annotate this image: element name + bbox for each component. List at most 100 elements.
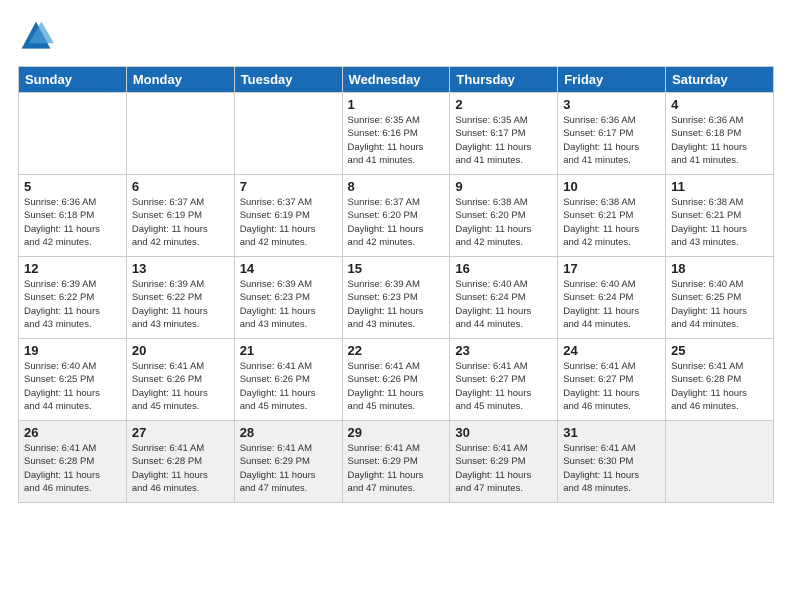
- calendar-cell: 19 Sunrise: 6:40 AM Sunset: 6:25 PM Dayli…: [19, 339, 127, 421]
- calendar-cell: 21 Sunrise: 6:41 AM Sunset: 6:26 PM Dayli…: [234, 339, 342, 421]
- day-info: Sunrise: 6:39 AM Sunset: 6:23 PM Dayligh…: [240, 278, 337, 331]
- calendar-cell: 13 Sunrise: 6:39 AM Sunset: 6:22 PM Dayli…: [126, 257, 234, 339]
- calendar-cell: 29 Sunrise: 6:41 AM Sunset: 6:29 PM Dayli…: [342, 421, 450, 503]
- day-info: Sunrise: 6:41 AM Sunset: 6:28 PM Dayligh…: [24, 442, 121, 495]
- day-number: 4: [671, 97, 768, 112]
- day-info: Sunrise: 6:40 AM Sunset: 6:25 PM Dayligh…: [671, 278, 768, 331]
- day-info: Sunrise: 6:39 AM Sunset: 6:22 PM Dayligh…: [24, 278, 121, 331]
- day-info: Sunrise: 6:41 AM Sunset: 6:30 PM Dayligh…: [563, 442, 660, 495]
- day-info: Sunrise: 6:41 AM Sunset: 6:26 PM Dayligh…: [348, 360, 445, 413]
- weekday-header-row: SundayMondayTuesdayWednesdayThursdayFrid…: [19, 67, 774, 93]
- calendar-cell: 31 Sunrise: 6:41 AM Sunset: 6:30 PM Dayli…: [558, 421, 666, 503]
- calendar-cell: 5 Sunrise: 6:36 AM Sunset: 6:18 PM Daylig…: [19, 175, 127, 257]
- logo: [18, 18, 58, 54]
- calendar-cell: 2 Sunrise: 6:35 AM Sunset: 6:17 PM Daylig…: [450, 93, 558, 175]
- day-number: 2: [455, 97, 552, 112]
- calendar-cell: 20 Sunrise: 6:41 AM Sunset: 6:26 PM Dayli…: [126, 339, 234, 421]
- day-info: Sunrise: 6:41 AM Sunset: 6:27 PM Dayligh…: [455, 360, 552, 413]
- calendar-cell: 11Sunrise: 6:38 AM Sunset: 6:21 PM Dayli…: [666, 175, 774, 257]
- day-number: 22: [348, 343, 445, 358]
- day-number: 21: [240, 343, 337, 358]
- day-info: Sunrise: 6:41 AM Sunset: 6:27 PM Dayligh…: [563, 360, 660, 413]
- day-info: Sunrise: 6:36 AM Sunset: 6:17 PM Dayligh…: [563, 114, 660, 167]
- calendar-cell: 4 Sunrise: 6:36 AM Sunset: 6:18 PM Daylig…: [666, 93, 774, 175]
- calendar-cell: 30Sunrise: 6:41 AM Sunset: 6:29 PM Dayli…: [450, 421, 558, 503]
- calendar-cell: 26 Sunrise: 6:41 AM Sunset: 6:28 PM Dayli…: [19, 421, 127, 503]
- calendar-cell: 14Sunrise: 6:39 AM Sunset: 6:23 PM Dayli…: [234, 257, 342, 339]
- calendar-table: SundayMondayTuesdayWednesdayThursdayFrid…: [18, 66, 774, 503]
- calendar-cell: 24 Sunrise: 6:41 AM Sunset: 6:27 PM Dayli…: [558, 339, 666, 421]
- day-info: Sunrise: 6:38 AM Sunset: 6:20 PM Dayligh…: [455, 196, 552, 249]
- day-number: 13: [132, 261, 229, 276]
- calendar-cell: [666, 421, 774, 503]
- day-number: 28: [240, 425, 337, 440]
- weekday-header-wednesday: Wednesday: [342, 67, 450, 93]
- calendar-cell: 25 Sunrise: 6:41 AM Sunset: 6:28 PM Dayli…: [666, 339, 774, 421]
- calendar-cell: 23 Sunrise: 6:41 AM Sunset: 6:27 PM Dayli…: [450, 339, 558, 421]
- calendar-cell: 18 Sunrise: 6:40 AM Sunset: 6:25 PM Dayli…: [666, 257, 774, 339]
- calendar-cell: 16 Sunrise: 6:40 AM Sunset: 6:24 PM Dayli…: [450, 257, 558, 339]
- day-number: 12: [24, 261, 121, 276]
- day-info: Sunrise: 6:39 AM Sunset: 6:22 PM Dayligh…: [132, 278, 229, 331]
- calendar-week-row: 26 Sunrise: 6:41 AM Sunset: 6:28 PM Dayli…: [19, 421, 774, 503]
- day-info: Sunrise: 6:40 AM Sunset: 6:24 PM Dayligh…: [563, 278, 660, 331]
- day-number: 25: [671, 343, 768, 358]
- calendar-cell: [126, 93, 234, 175]
- day-number: 18: [671, 261, 768, 276]
- calendar-cell: 12 Sunrise: 6:39 AM Sunset: 6:22 PM Dayli…: [19, 257, 127, 339]
- day-info: Sunrise: 6:41 AM Sunset: 6:29 PM Dayligh…: [348, 442, 445, 495]
- calendar-cell: 8Sunrise: 6:37 AM Sunset: 6:20 PM Daylig…: [342, 175, 450, 257]
- day-info: Sunrise: 6:35 AM Sunset: 6:17 PM Dayligh…: [455, 114, 552, 167]
- day-number: 30: [455, 425, 552, 440]
- day-info: Sunrise: 6:38 AM Sunset: 6:21 PM Dayligh…: [671, 196, 768, 249]
- day-number: 9: [455, 179, 552, 194]
- calendar-week-row: 1 Sunrise: 6:35 AM Sunset: 6:16 PM Daylig…: [19, 93, 774, 175]
- day-number: 1: [348, 97, 445, 112]
- weekday-header-friday: Friday: [558, 67, 666, 93]
- day-number: 24: [563, 343, 660, 358]
- weekday-header-sunday: Sunday: [19, 67, 127, 93]
- day-info: Sunrise: 6:40 AM Sunset: 6:25 PM Dayligh…: [24, 360, 121, 413]
- calendar-week-row: 19 Sunrise: 6:40 AM Sunset: 6:25 PM Dayli…: [19, 339, 774, 421]
- day-number: 7: [240, 179, 337, 194]
- day-number: 31: [563, 425, 660, 440]
- weekday-header-thursday: Thursday: [450, 67, 558, 93]
- calendar-week-row: 5 Sunrise: 6:36 AM Sunset: 6:18 PM Daylig…: [19, 175, 774, 257]
- logo-icon: [18, 18, 54, 54]
- day-info: Sunrise: 6:39 AM Sunset: 6:23 PM Dayligh…: [348, 278, 445, 331]
- day-number: 19: [24, 343, 121, 358]
- calendar-cell: 3 Sunrise: 6:36 AM Sunset: 6:17 PM Daylig…: [558, 93, 666, 175]
- header: [18, 18, 774, 54]
- calendar-cell: [19, 93, 127, 175]
- weekday-header-saturday: Saturday: [666, 67, 774, 93]
- calendar-cell: 1 Sunrise: 6:35 AM Sunset: 6:16 PM Daylig…: [342, 93, 450, 175]
- calendar-cell: 17 Sunrise: 6:40 AM Sunset: 6:24 PM Dayli…: [558, 257, 666, 339]
- day-info: Sunrise: 6:41 AM Sunset: 6:26 PM Dayligh…: [132, 360, 229, 413]
- page: SundayMondayTuesdayWednesdayThursdayFrid…: [0, 0, 792, 612]
- day-number: 20: [132, 343, 229, 358]
- day-info: Sunrise: 6:36 AM Sunset: 6:18 PM Dayligh…: [671, 114, 768, 167]
- day-info: Sunrise: 6:37 AM Sunset: 6:20 PM Dayligh…: [348, 196, 445, 249]
- calendar-cell: 15 Sunrise: 6:39 AM Sunset: 6:23 PM Dayli…: [342, 257, 450, 339]
- day-info: Sunrise: 6:41 AM Sunset: 6:26 PM Dayligh…: [240, 360, 337, 413]
- day-number: 3: [563, 97, 660, 112]
- day-number: 16: [455, 261, 552, 276]
- calendar-cell: 22 Sunrise: 6:41 AM Sunset: 6:26 PM Dayli…: [342, 339, 450, 421]
- day-info: Sunrise: 6:38 AM Sunset: 6:21 PM Dayligh…: [563, 196, 660, 249]
- calendar-week-row: 12 Sunrise: 6:39 AM Sunset: 6:22 PM Dayli…: [19, 257, 774, 339]
- day-info: Sunrise: 6:41 AM Sunset: 6:28 PM Dayligh…: [132, 442, 229, 495]
- day-number: 15: [348, 261, 445, 276]
- calendar-cell: 6Sunrise: 6:37 AM Sunset: 6:19 PM Daylig…: [126, 175, 234, 257]
- day-info: Sunrise: 6:41 AM Sunset: 6:28 PM Dayligh…: [671, 360, 768, 413]
- calendar-cell: 10Sunrise: 6:38 AM Sunset: 6:21 PM Dayli…: [558, 175, 666, 257]
- day-info: Sunrise: 6:35 AM Sunset: 6:16 PM Dayligh…: [348, 114, 445, 167]
- day-info: Sunrise: 6:37 AM Sunset: 6:19 PM Dayligh…: [240, 196, 337, 249]
- day-number: 26: [24, 425, 121, 440]
- day-number: 5: [24, 179, 121, 194]
- day-info: Sunrise: 6:36 AM Sunset: 6:18 PM Dayligh…: [24, 196, 121, 249]
- day-info: Sunrise: 6:40 AM Sunset: 6:24 PM Dayligh…: [455, 278, 552, 331]
- day-number: 17: [563, 261, 660, 276]
- calendar-cell: 9 Sunrise: 6:38 AM Sunset: 6:20 PM Daylig…: [450, 175, 558, 257]
- day-number: 29: [348, 425, 445, 440]
- day-number: 23: [455, 343, 552, 358]
